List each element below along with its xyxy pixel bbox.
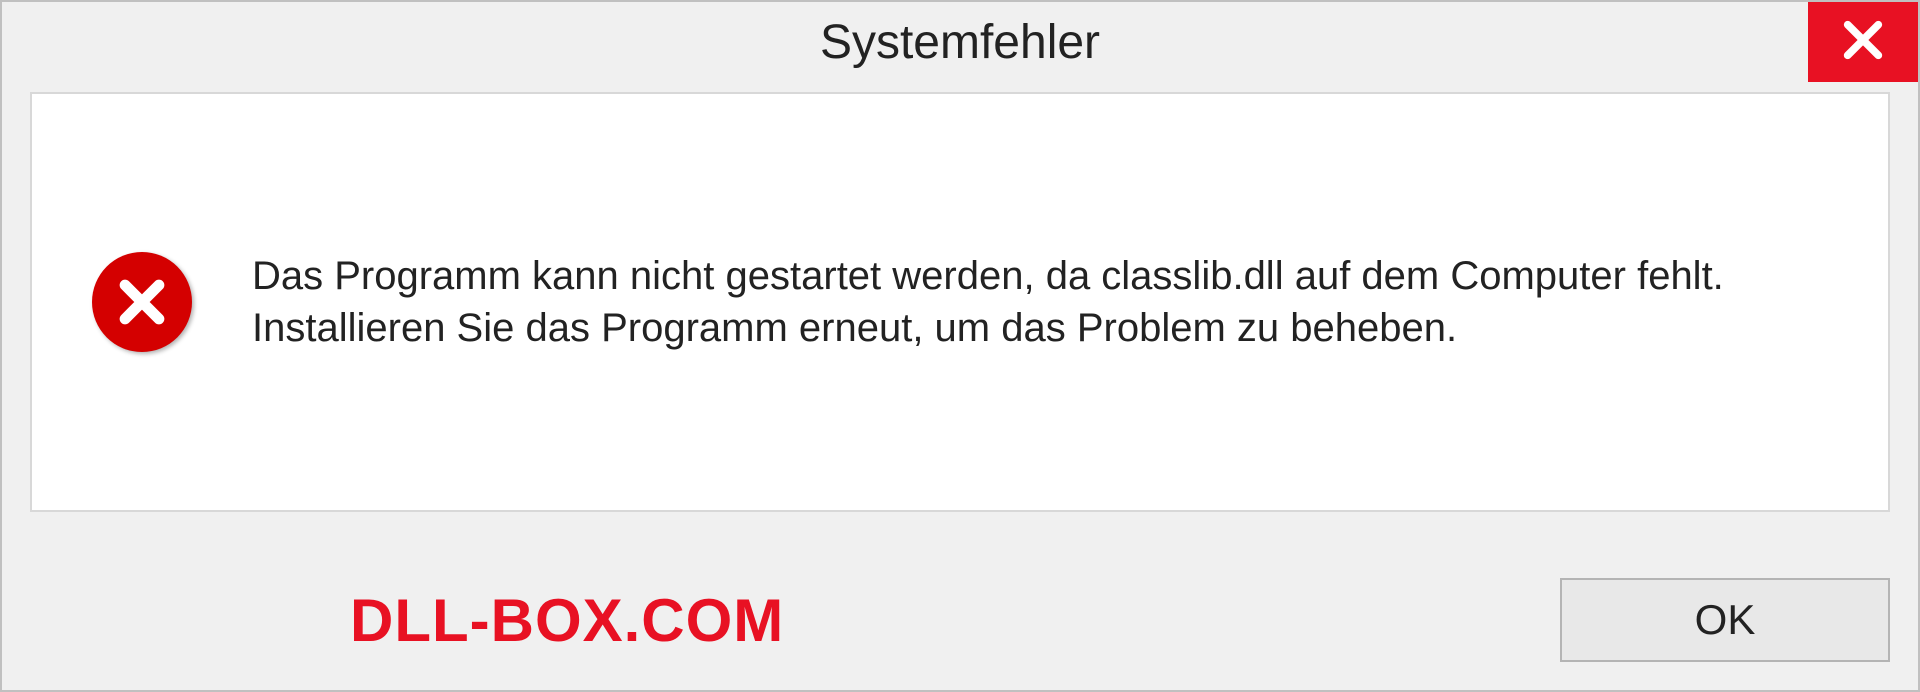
ok-button-label: OK	[1695, 596, 1756, 644]
close-button[interactable]	[1808, 2, 1918, 82]
ok-button[interactable]: OK	[1560, 578, 1890, 662]
titlebar: Systemfehler	[2, 2, 1918, 82]
dialog-title: Systemfehler	[820, 15, 1100, 70]
watermark-text: DLL-BOX.COM	[350, 586, 784, 655]
footer: DLL-BOX.COM OK	[2, 578, 1918, 662]
content-panel: Das Programm kann nicht gestartet werden…	[30, 92, 1890, 512]
error-message: Das Programm kann nicht gestartet werden…	[252, 250, 1752, 354]
close-icon	[1840, 17, 1886, 68]
error-icon	[92, 252, 192, 352]
